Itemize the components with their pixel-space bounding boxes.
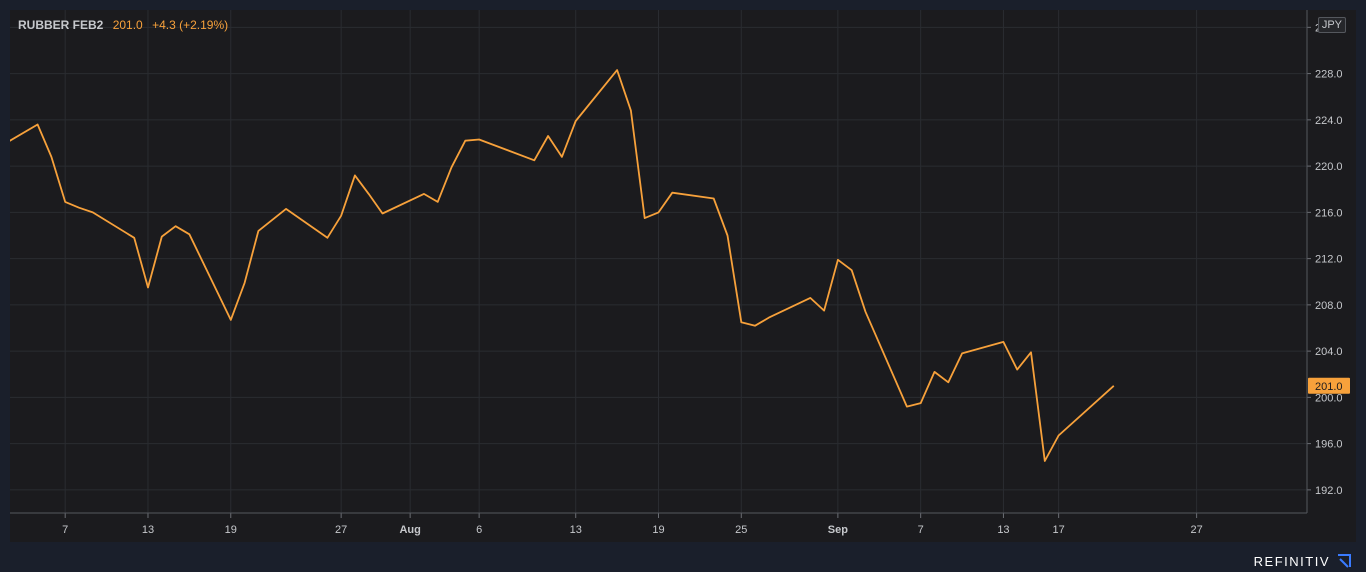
x-tick-label: 19 [225,524,237,536]
y-tick-label: 208.0 [1315,300,1343,312]
x-tick-label: Aug [399,524,420,536]
y-tick-label: 192.0 [1315,485,1343,497]
last-price-tag-label: 201.0 [1315,381,1343,393]
x-tick-label: 27 [335,524,347,536]
vertical-gridlines [64,10,1198,518]
y-tick-label: 224.0 [1315,115,1343,127]
y-tick-label: 196.0 [1315,439,1343,451]
y-tick-label: 200.0 [1315,392,1343,404]
last-price-tag: 201.0 [1308,377,1350,394]
x-tick-label: 17 [1053,524,1065,536]
brand: REFINITIV [1254,553,1352,569]
x-tick-label: 25 [735,524,747,536]
y-tick-label: 204.0 [1315,346,1343,358]
y-tick-label: 228.0 [1315,69,1343,81]
price-series-line [10,69,1115,462]
y-tick-label: 212.0 [1315,254,1343,266]
y-tick-label: 216.0 [1315,207,1343,219]
price-chart[interactable]: 192.0 196.0 200.0 204.0 208.0 212.0 216.0 220.0… [10,10,1356,542]
x-tick-label: 13 [997,524,1009,536]
price-change: +4.3 (+2.19%) [152,18,229,32]
currency-badge[interactable]: JPY [1317,17,1346,33]
last-price: 201.0 [112,18,143,32]
refinitiv-logo-icon [1338,554,1351,568]
chart-legend: RUBBER FEB2 201.0 +4.3 (+2.19%) [18,18,228,32]
x-tick-label: 13 [142,524,154,536]
x-tick-label: 27 [1190,524,1202,536]
brand-name: REFINITIV [1253,553,1330,569]
x-tick-label: 7 [918,524,924,536]
x-tick-label: Sep [828,524,848,536]
x-tick-label: 13 [570,524,582,536]
instrument-symbol: RUBBER FEB2 [18,18,104,32]
y-tick-label: 220.0 [1315,161,1343,173]
horizontal-gridlines [10,26,1311,491]
time-axis-labels: 7 13 19 27 Aug 6 13 19 25 Sep 7 13 17 27 [62,524,1203,536]
x-tick-label: 6 [476,524,482,536]
x-tick-label: 19 [652,524,664,536]
price-axis-labels: 192.0 196.0 200.0 204.0 208.0 212.0 216.0 220.0… [1315,22,1343,497]
x-tick-label: 7 [62,524,68,536]
chart-frame: 192.0 196.0 200.0 204.0 208.0 212.0 216.0 220.0… [10,10,1356,542]
